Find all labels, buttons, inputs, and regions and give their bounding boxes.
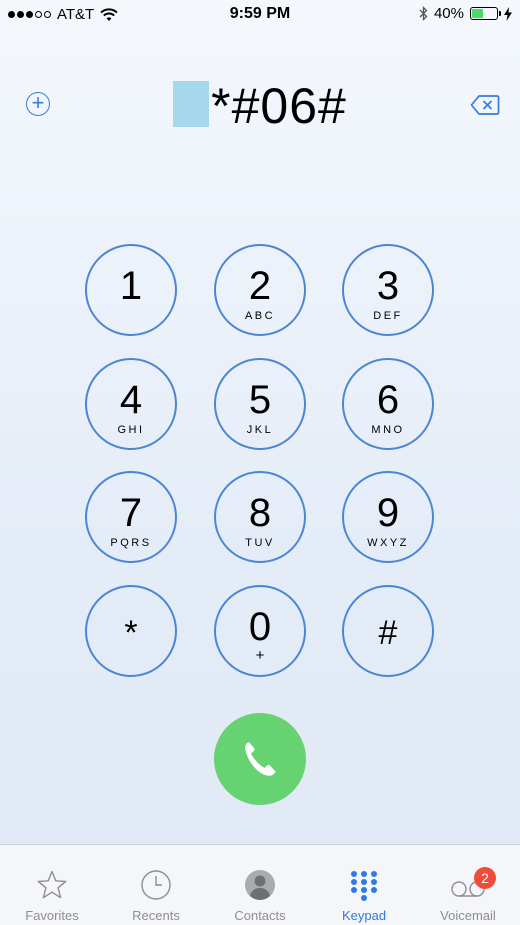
tab-keypad[interactable]: Keypad — [312, 845, 416, 925]
key-7[interactable]: 7 PQRS — [85, 471, 177, 563]
star-icon — [37, 870, 67, 899]
key-9[interactable]: 9 WXYZ — [342, 471, 434, 563]
tab-favorites-label: Favorites — [25, 908, 79, 923]
tab-contacts[interactable]: Contacts — [208, 845, 312, 925]
tab-recents-label: Recents — [132, 908, 180, 923]
battery-level — [472, 9, 483, 18]
voicemail-badge: 2 — [474, 867, 496, 889]
dialed-number: *#06# — [211, 78, 347, 134]
delete-backspace-icon — [470, 95, 500, 115]
delete-button[interactable] — [470, 94, 500, 116]
tab-recents[interactable]: Recents — [104, 845, 208, 925]
status-right: 40% — [419, 5, 512, 22]
key-pound[interactable]: # — [342, 585, 434, 677]
status-bar: AT&T 9:59 PM 40% — [0, 0, 520, 28]
tab-contacts-label: Contacts — [234, 908, 286, 923]
tab-keypad-label: Keypad — [341, 908, 387, 923]
battery-icon — [470, 7, 501, 20]
key-4[interactable]: 4 GHI — [85, 358, 177, 450]
clock-icon — [141, 870, 171, 900]
battery-percent: 40% — [433, 5, 464, 22]
text-selection-highlight — [173, 81, 210, 127]
phone-icon — [245, 742, 276, 776]
key-star[interactable]: * — [85, 585, 177, 677]
key-2[interactable]: 2 ABC — [214, 244, 306, 336]
key-8[interactable]: 8 TUV — [214, 471, 306, 563]
tab-bar: Favorites Recents Contacts Keypad 2 Voic… — [0, 844, 520, 925]
charging-bolt-icon — [504, 6, 512, 21]
tab-voicemail[interactable]: 2 Voicemail — [416, 845, 520, 925]
tab-voicemail-label: Voicemail — [440, 908, 496, 923]
key-5[interactable]: 5 JKL — [214, 358, 306, 450]
key-6[interactable]: 6 MNO — [342, 358, 434, 450]
keypad-grid-icon — [351, 871, 377, 901]
key-1[interactable]: 1 — [85, 244, 177, 336]
number-display[interactable]: *#06# — [0, 78, 520, 134]
bluetooth-icon — [419, 6, 428, 21]
key-3[interactable]: 3 DEF — [342, 244, 434, 336]
call-button[interactable] — [214, 713, 306, 805]
person-icon — [245, 870, 275, 900]
key-0[interactable]: 0 + — [214, 585, 306, 677]
number-entry-row: + *#06# — [0, 78, 520, 134]
tab-favorites[interactable]: Favorites — [0, 845, 104, 925]
